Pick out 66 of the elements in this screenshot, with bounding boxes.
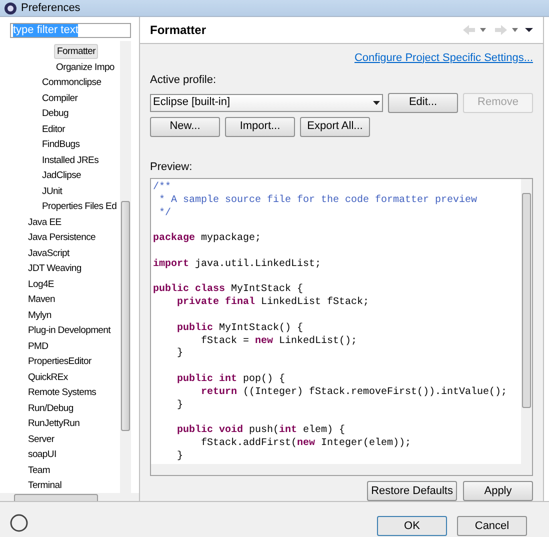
- code-line: public int pop() {: [176, 374, 286, 385]
- code-line: private final LinkedList fStack;: [176, 297, 370, 308]
- tree-item[interactable]: JDT Weaving: [26, 262, 84, 276]
- code-line: */: [158, 208, 172, 219]
- button[interactable]: New...: [150, 116, 220, 136]
- button[interactable]: Import...: [225, 116, 295, 136]
- code-line: * A sample source file for the code formatter preview: [158, 194, 478, 206]
- tree-item[interactable]: Debug: [40, 107, 70, 120]
- tree-item[interactable]: Editor: [40, 122, 68, 136]
- profile-label: Active profile:: [150, 73, 218, 88]
- tree-item[interactable]: Installed JREs: [40, 154, 101, 167]
- profile-dropdown[interactable]: Eclipse [built-in]: [150, 94, 383, 112]
- tree-item[interactable]: PMD: [26, 340, 50, 353]
- tree-item[interactable]: Maven: [26, 293, 58, 306]
- tree-item[interactable]: Plug-in Development: [26, 324, 112, 338]
- tree-item[interactable]: JUnit: [40, 184, 64, 198]
- filter-text: type filter text: [13, 24, 78, 37]
- tree-item[interactable]: JadClipse: [40, 169, 84, 182]
- tree-item[interactable]: Organize Impo: [54, 60, 116, 74]
- code-line: }: [176, 450, 184, 462]
- tree-item[interactable]: RunJettyRun: [26, 417, 82, 430]
- code-line: public MyIntStack() {: [176, 322, 304, 334]
- dialog-button[interactable]: Cancel: [457, 516, 527, 536]
- code-line: }: [176, 348, 184, 360]
- tree-item[interactable]: soapUI: [26, 448, 58, 462]
- code-line: fStack.addFirst(new Integer(elem));: [200, 438, 412, 449]
- button[interactable]: Edit...: [388, 92, 458, 112]
- tree-item[interactable]: QuickREx: [26, 370, 70, 384]
- button[interactable]: Restore Defaults: [367, 481, 457, 501]
- tree-item[interactable]: Properties Files Ed: [40, 200, 119, 214]
- page-title: Formatter: [150, 22, 206, 39]
- tree-item[interactable]: PropertiesEditor: [26, 355, 94, 368]
- code-scrollbar[interactable]: [521, 179, 532, 464]
- tree-item[interactable]: Mylyn: [26, 308, 54, 322]
- tree-item[interactable]: Server: [26, 432, 56, 446]
- tree-item[interactable]: JavaScript: [26, 246, 72, 260]
- tree-item[interactable]: Java Persistence: [26, 231, 98, 244]
- code-line: import java.util.LinkedList;: [153, 258, 322, 270]
- preview-label: Preview:: [150, 160, 194, 174]
- tree-item[interactable]: Formatter: [54, 44, 98, 60]
- horizontal-scrollbar[interactable]: [0, 493, 139, 501]
- code-line: /**: [153, 182, 172, 193]
- dialog-button[interactable]: OK: [377, 516, 447, 536]
- dropdown-arrow-icon: [373, 100, 380, 104]
- tree-item[interactable]: Team: [26, 464, 52, 477]
- tree-item[interactable]: Terminal: [26, 479, 64, 492]
- code-line: }: [176, 400, 184, 411]
- scrollbar[interactable]: [120, 41, 131, 493]
- tree-item[interactable]: Java EE: [26, 216, 64, 229]
- tree-item[interactable]: Run/Debug: [26, 402, 76, 415]
- code-line: public class MyIntStack {: [153, 284, 304, 296]
- code-line: package mypackage;: [153, 233, 262, 244]
- navigation-arrows-icon[interactable]: [463, 24, 533, 35]
- configure-link[interactable]: Configure Project Specific Settings...: [354, 50, 533, 66]
- tree-item[interactable]: Log4E: [26, 278, 56, 291]
- window-title: Preferences: [21, 0, 80, 16]
- code-line: public void push(int elem) {: [176, 425, 346, 436]
- code-line: fStack = new LinkedList();: [200, 336, 358, 347]
- button[interactable]: Export All...: [300, 116, 370, 136]
- tree-item[interactable]: Remote Systems: [26, 386, 98, 400]
- tree-item[interactable]: FindBugs: [40, 138, 82, 152]
- button[interactable]: Apply: [463, 481, 533, 501]
- code-horizontal-scrollbar[interactable]: [151, 464, 532, 475]
- tree-item[interactable]: Compiler: [40, 92, 80, 105]
- code-line: return ((Integer) fStack.removeFirst()).intValue();: [200, 386, 508, 398]
- tree-item[interactable]: Commonclipse: [40, 76, 104, 90]
